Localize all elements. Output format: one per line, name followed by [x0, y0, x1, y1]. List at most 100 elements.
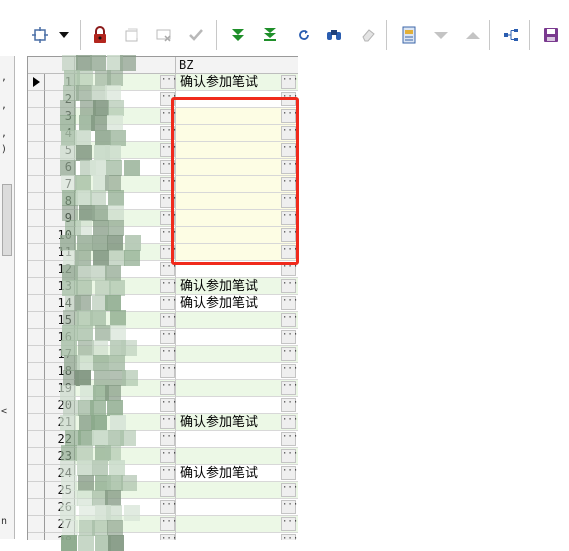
bz-cell[interactable]: ··· — [176, 448, 298, 465]
bz-cell[interactable]: ··· — [176, 312, 298, 329]
cell-ellipsis-button[interactable]: ··· — [281, 432, 298, 446]
drag-select-button[interactable] — [28, 24, 52, 46]
bz-cell[interactable]: 确认参加笔试 ··· — [176, 465, 298, 482]
hidden-column-cell[interactable]: ··· — [75, 329, 177, 346]
table-row[interactable]: 8 ··· ··· — [28, 193, 298, 210]
cell-ellipsis-button[interactable]: ··· — [281, 517, 298, 531]
cell-ellipsis-button[interactable]: ··· — [281, 109, 298, 123]
table-row[interactable]: 3 ··· ··· — [28, 108, 298, 125]
cell-ellipsis-button[interactable]: ··· — [281, 398, 298, 412]
cancel-edit-button[interactable] — [152, 24, 176, 46]
row-indicator[interactable] — [28, 159, 45, 176]
row-indicator[interactable] — [28, 295, 45, 312]
bz-cell[interactable]: ··· — [176, 261, 298, 278]
table-row[interactable]: 27 ··· ··· — [28, 516, 298, 533]
hidden-column-cell[interactable]: ··· — [75, 346, 177, 363]
cell-ellipsis-button[interactable]: ··· — [281, 449, 298, 463]
hidden-column-cell[interactable]: ··· — [75, 397, 177, 414]
row-indicator[interactable] — [28, 91, 45, 108]
cell-ellipsis-button[interactable]: ··· — [281, 483, 298, 497]
cell-ellipsis-button[interactable]: ··· — [281, 279, 298, 293]
cell-ellipsis-button[interactable]: ··· — [160, 228, 177, 242]
hidden-column-cell[interactable]: ··· — [75, 261, 177, 278]
cell-ellipsis-button[interactable]: ··· — [160, 296, 177, 310]
hidden-column-cell[interactable]: ··· — [75, 244, 177, 261]
left-panel-scrollbar[interactable] — [2, 184, 12, 256]
row-indicator[interactable] — [28, 125, 45, 142]
hidden-column-cell[interactable]: ··· — [75, 363, 177, 380]
hidden-column-cell[interactable]: ··· — [75, 431, 177, 448]
cell-ellipsis-button[interactable]: ··· — [281, 211, 298, 225]
find-button[interactable] — [322, 24, 346, 46]
cell-ellipsis-button[interactable]: ··· — [281, 143, 298, 157]
hidden-column-cell[interactable]: ··· — [75, 414, 177, 431]
row-indicator[interactable] — [28, 448, 45, 465]
table-row[interactable]: 15 ··· ··· — [28, 312, 298, 329]
cell-ellipsis-button[interactable]: ··· — [160, 347, 177, 361]
hidden-column-cell[interactable]: ··· — [75, 91, 177, 108]
hidden-column-cell[interactable]: ··· — [75, 482, 177, 499]
bz-cell[interactable]: ··· — [176, 499, 298, 516]
bz-cell[interactable]: ··· — [176, 176, 298, 193]
row-indicator[interactable] — [28, 108, 45, 125]
bz-cell[interactable]: ··· — [176, 482, 298, 499]
hidden-column-cell[interactable]: ··· — [75, 516, 177, 533]
table-row[interactable]: 16 ··· ··· — [28, 329, 298, 346]
move-down-button[interactable] — [226, 24, 250, 46]
hidden-column-cell[interactable]: ··· — [75, 295, 177, 312]
cell-ellipsis-button[interactable]: ··· — [160, 279, 177, 293]
table-row[interactable]: 19 ··· ··· — [28, 380, 298, 397]
cell-ellipsis-button[interactable]: ··· — [281, 160, 298, 174]
cell-ellipsis-button[interactable]: ··· — [160, 160, 177, 174]
hidden-column-cell[interactable]: ··· — [75, 380, 177, 397]
save-button[interactable] — [539, 24, 563, 46]
hidden-column-cell[interactable]: ··· — [75, 278, 177, 295]
hidden-column-cell[interactable]: ··· — [75, 312, 177, 329]
cell-ellipsis-button[interactable]: ··· — [281, 126, 298, 140]
bz-cell[interactable]: ··· — [176, 329, 298, 346]
hidden-column-cell[interactable]: ··· — [75, 499, 177, 516]
bz-cell[interactable]: ··· — [176, 142, 298, 159]
table-row[interactable]: 22 ··· ··· — [28, 431, 298, 448]
cell-ellipsis-button[interactable]: ··· — [160, 245, 177, 259]
data-grid[interactable]: BZ 1 ··· 确认参加笔试 ··· 2 ··· ··· 3 ··· ··· 4 ··· ··· 5 ··… — [27, 56, 298, 540]
row-indicator[interactable] — [28, 431, 45, 448]
cell-ellipsis-button[interactable]: ··· — [160, 449, 177, 463]
bz-cell[interactable]: ··· — [176, 159, 298, 176]
bz-cell[interactable]: 确认参加笔试 ··· — [176, 414, 298, 431]
table-row[interactable]: 24 ··· 确认参加笔试 ··· — [28, 465, 298, 482]
hidden-column-cell[interactable]: ··· — [75, 142, 177, 159]
move-to-bottom-button[interactable] — [258, 24, 282, 46]
row-indicator[interactable] — [28, 363, 45, 380]
row-indicator[interactable] — [28, 227, 45, 244]
cell-ellipsis-button[interactable]: ··· — [160, 432, 177, 446]
bz-cell[interactable]: ··· — [176, 108, 298, 125]
hidden-column-cell[interactable]: ··· — [75, 176, 177, 193]
cell-ellipsis-button[interactable]: ··· — [160, 109, 177, 123]
hidden-column-cell[interactable]: ··· — [75, 448, 177, 465]
bz-cell[interactable]: ··· — [176, 227, 298, 244]
cell-ellipsis-button[interactable]: ··· — [281, 364, 298, 378]
dropdown-arrow-button[interactable] — [52, 24, 76, 46]
bz-cell[interactable]: ··· — [176, 431, 298, 448]
cell-ellipsis-button[interactable]: ··· — [281, 262, 298, 276]
hidden-column-cell[interactable]: ··· — [75, 465, 177, 482]
table-row[interactable]: 6 ··· ··· — [28, 159, 298, 176]
cell-ellipsis-button[interactable]: ··· — [160, 194, 177, 208]
lock-button[interactable] — [88, 24, 112, 46]
cell-ellipsis-button[interactable]: ··· — [160, 262, 177, 276]
table-row[interactable]: 2 ··· ··· — [28, 91, 298, 108]
hidden-column-cell[interactable]: ··· — [75, 108, 177, 125]
hidden-column-cell[interactable]: ··· — [75, 159, 177, 176]
cell-ellipsis-button[interactable]: ··· — [160, 534, 177, 540]
confirm-button[interactable] — [184, 24, 208, 46]
bz-cell[interactable]: 确认参加笔试 ··· — [176, 278, 298, 295]
row-indicator[interactable] — [28, 482, 45, 499]
tree-view-button[interactable] — [499, 24, 523, 46]
header-hidden-column[interactable] — [75, 57, 176, 73]
row-indicator[interactable] — [28, 380, 45, 397]
hidden-column-cell[interactable]: ··· — [75, 74, 177, 91]
cell-ellipsis-button[interactable]: ··· — [281, 415, 298, 429]
clear-button[interactable] — [356, 24, 380, 46]
cell-ellipsis-button[interactable]: ··· — [160, 398, 177, 412]
